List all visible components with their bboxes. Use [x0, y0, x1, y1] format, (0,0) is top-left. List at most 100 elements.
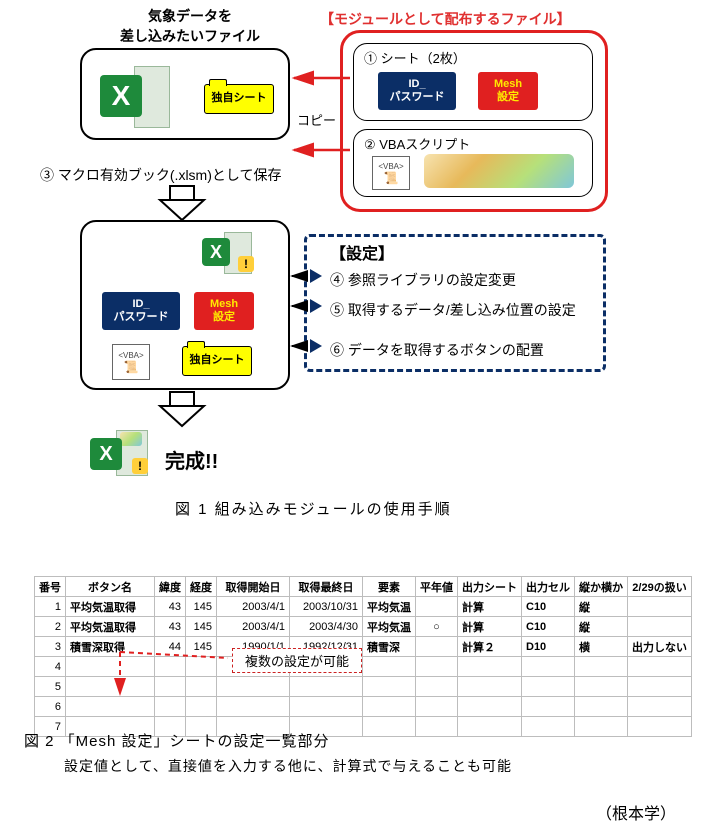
target-file-box: X 独自シート	[80, 48, 290, 140]
cell	[458, 657, 522, 677]
play-icon-5	[310, 299, 322, 313]
table-row: 3積雪深取得441451990/1/11992/12/31積雪深計算２D10横出…	[35, 637, 692, 657]
cell	[363, 697, 416, 717]
vba-script-icon-2: <VBA> 📜	[112, 344, 150, 380]
cell: 計算	[458, 617, 522, 637]
cell	[458, 717, 522, 737]
cell: 平均気温取得	[66, 617, 155, 637]
table-row: 5	[35, 677, 692, 697]
mesh-chip-2: Mesh 設定	[194, 292, 254, 330]
module-box: ① シート（2枚） ID_ パスワード Mesh 設定 ② VBAスクリプト <…	[340, 30, 608, 212]
cell: C10	[522, 617, 575, 637]
multi-settings-note: 複数の設定が可能	[232, 648, 362, 673]
japan-map-icon	[424, 154, 574, 188]
play-icon-4	[310, 269, 322, 283]
th-start: 取得開始日	[217, 577, 290, 597]
cell	[458, 677, 522, 697]
th-sheet: 出力シート	[458, 577, 522, 597]
excel-done-icon: X !	[90, 430, 122, 462]
cell: 積雪深取得	[66, 637, 155, 657]
th-elem: 要素	[363, 577, 416, 597]
cell	[416, 637, 458, 657]
cell: 横	[575, 637, 628, 657]
mesh-chip: Mesh 設定	[478, 72, 538, 110]
table-header-row: 番号 ボタン名 緯度 経度 取得開始日 取得最終日 要素 平年値 出力シート 出…	[35, 577, 692, 597]
cell: C10	[522, 597, 575, 617]
cell	[522, 697, 575, 717]
cell: 2003/4/1	[217, 617, 290, 637]
own-sheet-chip-label: 独自シート	[212, 92, 267, 105]
excel-icon: X	[100, 66, 142, 108]
table-row: 4	[35, 657, 692, 677]
cell	[416, 657, 458, 677]
cell	[628, 597, 692, 617]
copy-label: コピー	[297, 110, 336, 129]
table-row: 6	[35, 697, 692, 717]
cell: 145	[186, 637, 217, 657]
cell: 3	[35, 637, 66, 657]
author: （根本学）	[596, 800, 676, 824]
cell: 平均気温	[363, 597, 416, 617]
cell: 1	[35, 597, 66, 617]
th-feb29: 2/29の扱い	[628, 577, 692, 597]
vba-group-label: ② VBAスクリプト	[364, 134, 470, 153]
cell: 145	[186, 597, 217, 617]
th-lon: 経度	[186, 577, 217, 597]
cell: 2003/4/1	[217, 597, 290, 617]
module-title: 【モジュールとして配布するファイル】	[320, 9, 571, 29]
cell: 2	[35, 617, 66, 637]
cell	[522, 717, 575, 737]
cell	[522, 677, 575, 697]
cell	[155, 697, 186, 717]
cell	[186, 697, 217, 717]
cell	[217, 677, 290, 697]
step-3: ③ マクロ有効ブック(.xlsm)として保存	[40, 165, 281, 185]
cell	[363, 717, 416, 737]
cell: 6	[35, 697, 66, 717]
settings-table: 番号 ボタン名 緯度 経度 取得開始日 取得最終日 要素 平年値 出力シート 出…	[34, 576, 692, 737]
cell: 縦	[575, 597, 628, 617]
step-6: ⑥ データを取得するボタンの配置	[330, 340, 544, 360]
fig2-caption-2: 設定値として、直接値を入力する他に、計算式で与えることも可能	[64, 756, 512, 776]
settings-table-wrap: 番号 ボタン名 緯度 経度 取得開始日 取得最終日 要素 平年値 出力シート 出…	[34, 576, 692, 737]
cell	[522, 657, 575, 677]
cell	[363, 677, 416, 697]
play-icon-6	[310, 339, 322, 353]
title-line-1: 気象データを	[100, 6, 280, 26]
cell: 計算２	[458, 637, 522, 657]
cell: 積雪深	[363, 637, 416, 657]
cell	[575, 677, 628, 697]
cell	[628, 657, 692, 677]
vba-group: ② VBAスクリプト <VBA> 📜	[353, 129, 593, 197]
cell: 43	[155, 597, 186, 617]
th-cell: 出力セル	[522, 577, 575, 597]
cell: 平均気温取得	[66, 597, 155, 617]
done-label: 完成!!	[165, 445, 218, 474]
cell: 2003/4/30	[290, 617, 363, 637]
fig2-caption-1: 図 2 「Mesh 設定」シートの設定一覧部分	[24, 730, 330, 751]
table-row: 2平均気温取得431452003/4/12003/4/30平均気温○計算C10縦	[35, 617, 692, 637]
cell: 145	[186, 617, 217, 637]
cell	[628, 617, 692, 637]
id-password-chip: ID_ パスワード	[378, 72, 456, 110]
cell: 平均気温	[363, 617, 416, 637]
cell: 出力しない	[628, 637, 692, 657]
th-orient: 縦か横か	[575, 577, 628, 597]
th-btn: ボタン名	[66, 577, 155, 597]
cell	[363, 657, 416, 677]
cell: 44	[155, 637, 186, 657]
th-end: 取得最終日	[290, 577, 363, 597]
step-5: ⑤ 取得するデータ/差し込み位置の設定	[330, 300, 576, 320]
cell	[575, 657, 628, 677]
th-normal: 平年値	[416, 577, 458, 597]
id-password-chip-2: ID_ パスワード	[102, 292, 180, 330]
sheets-group: ① シート（2枚） ID_ パスワード Mesh 設定	[353, 43, 593, 121]
cell	[217, 697, 290, 717]
cell	[155, 677, 186, 697]
cell	[155, 657, 186, 677]
cell	[416, 677, 458, 697]
cell: 計算	[458, 597, 522, 617]
excel-macro-icon: X !	[202, 232, 230, 260]
cell	[416, 697, 458, 717]
cell: 2003/10/31	[290, 597, 363, 617]
